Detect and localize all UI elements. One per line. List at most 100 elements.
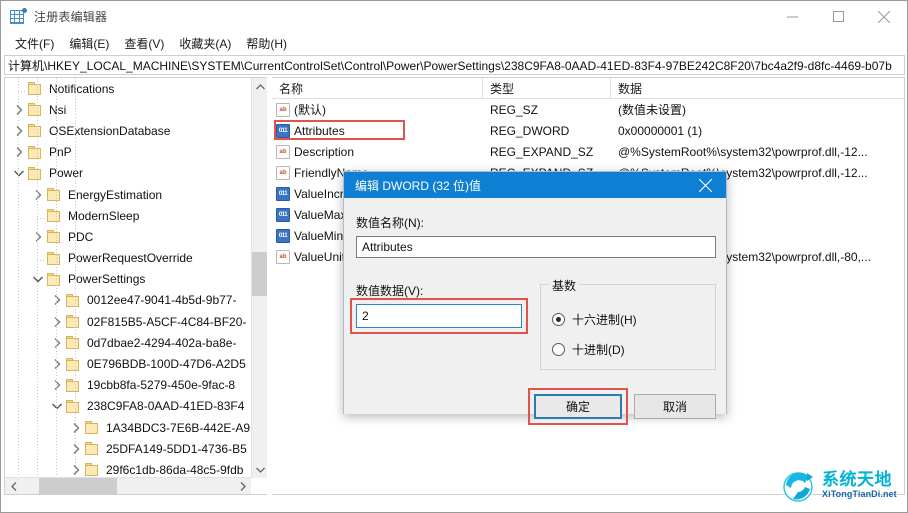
value-data-input[interactable]: 2	[356, 304, 522, 328]
menu-item-file[interactable]: 文件(F)	[8, 33, 62, 54]
folder-icon	[84, 441, 101, 456]
base-option-hex-label: 十六进制(H)	[572, 313, 637, 327]
scroll-up-icon[interactable]	[252, 78, 267, 95]
tree-item[interactable]: 19cbb8fa-5279-450e-9fac-8	[5, 375, 251, 396]
maximize-button[interactable]	[815, 1, 861, 32]
column-header-name[interactable]: 名称	[272, 78, 483, 99]
tree-item[interactable]: 02F815B5-A5CF-4C84-BF20-	[5, 311, 251, 332]
radio-dec-icon[interactable]	[552, 343, 565, 356]
chevron-right-icon[interactable]	[49, 356, 65, 372]
base-option-hex[interactable]: 十六进制(H)	[552, 311, 637, 328]
folder-icon	[27, 145, 44, 160]
value-name-label: 数值名称(N):	[356, 216, 424, 230]
tree-item-label: PnP	[49, 145, 72, 160]
chevron-right-icon[interactable]	[30, 229, 46, 245]
tree-item-label: ModernSleep	[68, 208, 140, 223]
chevron-right-icon[interactable]	[11, 102, 27, 118]
ok-button[interactable]: 确定	[534, 394, 622, 419]
value-name-input[interactable]: Attributes	[356, 236, 716, 258]
chevron-right-icon[interactable]	[68, 462, 84, 478]
scroll-left-icon[interactable]	[5, 478, 22, 494]
folder-icon	[84, 462, 101, 477]
chevron-right-icon[interactable]	[49, 377, 65, 393]
tree-item[interactable]: PowerRequestOverride	[5, 248, 251, 269]
tree-horizontal-scrollbar[interactable]	[5, 477, 251, 494]
chevron-right-icon[interactable]	[11, 123, 27, 139]
chevron-right-icon[interactable]	[30, 187, 46, 203]
column-header-data[interactable]: 数据	[611, 78, 904, 99]
address-bar[interactable]: 计算机\HKEY_LOCAL_MACHINE\SYSTEM\CurrentCon…	[4, 55, 905, 75]
menu-item-edit[interactable]: 编辑(E)	[62, 33, 117, 54]
tree-item[interactable]: 0d7dbae2-4294-402a-ba8e-	[5, 332, 251, 353]
tree-item-label: EnergyEstimation	[68, 187, 163, 202]
tree-item[interactable]: OSExtensionDatabase	[5, 120, 251, 141]
tree-scroll-thumb[interactable]	[252, 252, 267, 296]
tree-item[interactable]: ModernSleep	[5, 205, 251, 226]
tree-item[interactable]: 0012ee47-9041-4b5d-9b77-	[5, 290, 251, 311]
tree-item-label: 0d7dbae2-4294-402a-ba8e-	[87, 335, 237, 350]
value-type-cell: REG_SZ	[490, 102, 539, 117]
tree-item[interactable]: EnergyEstimation	[5, 184, 251, 205]
value-row[interactable]: 011 Attributes REG_DWORD 0x00000001 (1)	[272, 120, 904, 141]
close-button[interactable]	[861, 1, 907, 32]
registry-tree: Notifications Nsi OSExtensionDatabase PnP Po…	[5, 78, 251, 478]
chevron-down-icon[interactable]	[49, 398, 65, 414]
value-row[interactable]: ab Description REG_EXPAND_SZ @%SystemRoot%\…	[272, 141, 904, 162]
tree-item[interactable]: PowerSettings	[5, 269, 251, 290]
tree-item[interactable]: 0E796BDB-100D-47D6-A2D5	[5, 353, 251, 374]
folder-icon	[27, 102, 44, 117]
scroll-right-icon[interactable]	[234, 478, 251, 494]
chevron-right-icon[interactable]	[11, 144, 27, 160]
radio-hex-icon[interactable]	[552, 313, 565, 326]
dword-value-icon: 011	[276, 186, 290, 201]
chevron-right-icon[interactable]	[49, 314, 65, 330]
tree-item[interactable]: 29f6c1db-86da-48c5-9fdb	[5, 459, 251, 478]
cancel-button[interactable]: 取消	[634, 394, 716, 419]
tree-item[interactable]: PDC	[5, 226, 251, 247]
menu-item-help[interactable]: 帮助(H)	[239, 33, 295, 54]
tree-item-label: 19cbb8fa-5279-450e-9fac-8	[87, 378, 236, 393]
value-name-text: ValueMax	[294, 207, 347, 222]
tree-item-label: PowerSettings	[68, 272, 146, 287]
tree-item-label: Power	[49, 166, 84, 181]
folder-icon	[46, 251, 63, 266]
base-option-dec[interactable]: 十进制(D)	[552, 341, 625, 358]
value-row[interactable]: ab (默认) REG_SZ (数值未设置)	[272, 99, 904, 120]
tree-item-label: 25DFA149-5DD1-4736-B5	[106, 441, 247, 456]
column-header-type[interactable]: 类型	[483, 78, 611, 99]
dword-value-icon: 011	[276, 228, 290, 243]
dialog-close-icon[interactable]	[684, 172, 726, 198]
folder-icon	[65, 399, 82, 414]
tree-vertical-scrollbar[interactable]	[251, 78, 267, 478]
chevron-down-icon[interactable]	[11, 165, 27, 181]
string-value-icon: ab	[276, 249, 290, 264]
scroll-down-icon[interactable]	[252, 461, 267, 478]
address-path: 计算机\HKEY_LOCAL_MACHINE\SYSTEM\CurrentCon…	[8, 58, 892, 73]
value-data-label: 数值数据(V):	[356, 284, 424, 298]
tree-item[interactable]: Nsi	[5, 99, 251, 120]
folder-icon	[46, 229, 63, 244]
tree-item[interactable]: Notifications	[5, 78, 251, 99]
folder-icon	[65, 335, 82, 350]
chevron-right-icon[interactable]	[68, 420, 84, 436]
tree-item-label: 0E796BDB-100D-47D6-A2D5	[87, 357, 246, 372]
chevron-right-icon[interactable]	[68, 441, 84, 457]
tree-item[interactable]: 1A34BDC3-7E6B-442E-A9	[5, 417, 251, 438]
tree-item[interactable]: 238C9FA8-0AAD-41ED-83F4	[5, 396, 251, 417]
value-type-cell: REG_EXPAND_SZ	[490, 144, 594, 159]
chevron-right-icon[interactable]	[49, 335, 65, 351]
window-title: 注册表编辑器	[34, 10, 108, 24]
tree-item-label: Notifications	[49, 81, 115, 96]
tree-hscroll-thumb[interactable]	[39, 478, 117, 494]
chevron-right-icon[interactable]	[49, 292, 65, 308]
menu-item-favorites[interactable]: 收藏夹(A)	[172, 33, 239, 54]
chevron-down-icon[interactable]	[30, 271, 46, 287]
watermark-cn: 系统天地	[822, 470, 892, 489]
watermark-logo-icon	[779, 465, 819, 505]
tree-item[interactable]: PnP	[5, 142, 251, 163]
tree-item[interactable]: Power	[5, 163, 251, 184]
folder-icon	[46, 272, 63, 287]
minimize-button[interactable]	[769, 1, 815, 32]
tree-item[interactable]: 25DFA149-5DD1-4736-B5	[5, 438, 251, 459]
menu-item-view[interactable]: 查看(V)	[117, 33, 172, 54]
